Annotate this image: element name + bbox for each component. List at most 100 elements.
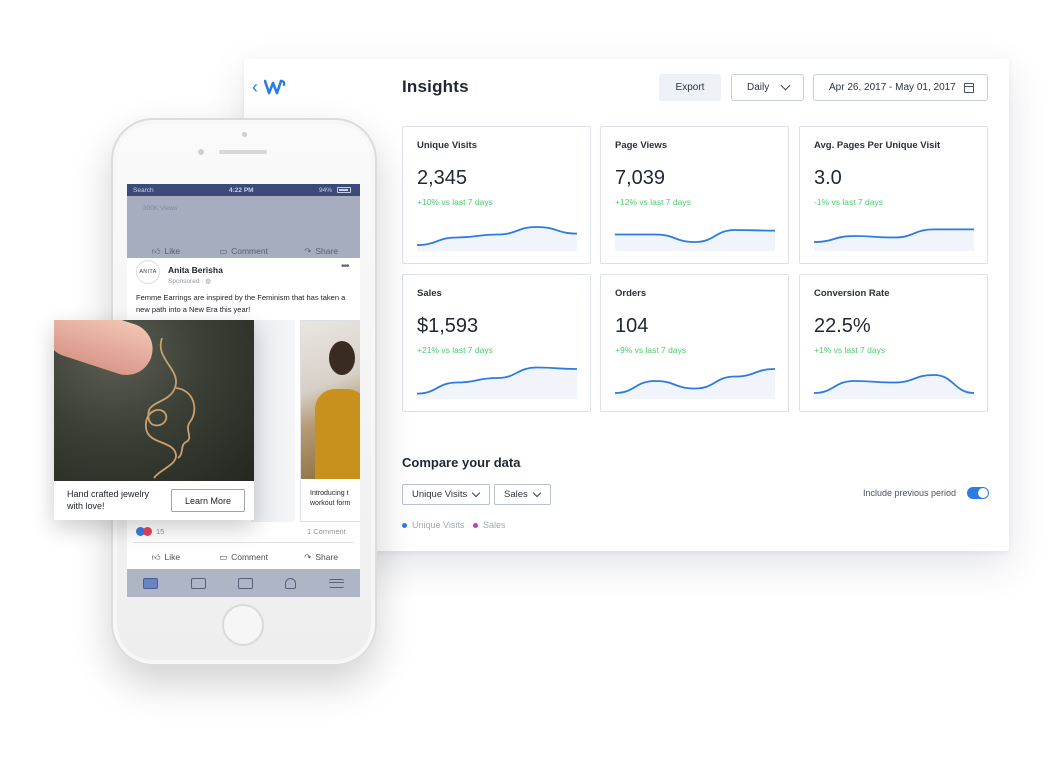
date-range-value: Apr 26, 2017 - May 01, 2017 (829, 82, 956, 93)
earring-photo (54, 320, 254, 481)
post-actions: 👍︎ Like ▭ Comment ↷ Share (127, 548, 360, 566)
legend-dot-icon (473, 522, 478, 528)
share-icon: ↷ (304, 245, 312, 256)
chevron-down-icon (780, 80, 791, 91)
post-text: Femme Earrings are inspired by the Femin… (136, 293, 346, 314)
metric-card-sales[interactable]: Sales $1,593 +21% vs last 7 days (402, 274, 591, 412)
post-author[interactable]: Anita Berisha (168, 265, 223, 275)
compare-metric-2-dropdown[interactable]: Sales (494, 484, 551, 505)
sparkline-chart (417, 366, 577, 399)
metric-value: 7,039 (615, 167, 666, 189)
carousel-caption-line: Introducing t (310, 490, 349, 497)
include-previous-period-toggle[interactable] (967, 487, 989, 499)
metric-delta: +10% vs last 7 days (417, 197, 493, 207)
compare-metric-1-dropdown[interactable]: Unique Visits (402, 484, 490, 505)
home-button[interactable] (222, 604, 264, 646)
metric-title: Orders (615, 288, 647, 299)
comment-button[interactable]: ▭ Comment (205, 242, 283, 260)
back-chevron-icon[interactable]: ‹ (252, 78, 258, 96)
notifications-icon[interactable] (285, 577, 297, 589)
battery-icon (337, 187, 351, 193)
like-button[interactable]: 👍︎ Like (127, 548, 205, 566)
comment-icon: ▭ (219, 551, 228, 562)
carousel-photo (301, 321, 360, 479)
share-label: Share (315, 246, 339, 256)
metric-title: Avg. Pages Per Unique Visit (814, 140, 941, 151)
metric-delta: +1% vs last 7 days (814, 345, 886, 355)
views-count: 300K Views (143, 205, 178, 212)
metric-delta: +9% vs last 7 days (615, 345, 687, 355)
status-time: 4:22 PM (229, 186, 254, 194)
sparkline-chart (417, 226, 577, 251)
metric-delta: -1% vs last 7 days (814, 197, 883, 207)
globe-icon: ◍ (205, 278, 211, 285)
sparkline-area (814, 375, 974, 399)
export-button[interactable]: Export (659, 74, 721, 101)
menu-icon[interactable] (328, 578, 344, 588)
metric-value: 22.5% (814, 315, 871, 337)
metric-value: 104 (615, 315, 649, 337)
sparkline-area (814, 229, 974, 251)
metric-card-orders[interactable]: Orders 104 +9% vs last 7 days (600, 274, 789, 412)
interval-select-value: Daily (747, 82, 770, 93)
tab-bar (127, 569, 360, 597)
metric-title: Sales (417, 288, 442, 299)
status-carrier: Search (133, 186, 154, 194)
carousel-card[interactable]: Introducing t workout form (300, 320, 360, 522)
metric-delta: +12% vs last 7 days (615, 197, 691, 207)
calendar-icon (964, 83, 974, 93)
sponsored-label: Sponsored · ◍ (168, 277, 211, 285)
photo-subject-body (315, 389, 360, 479)
metric-delta: +21% vs last 7 days (417, 345, 493, 355)
like-button[interactable]: 👍︎ Like (127, 242, 205, 260)
post-actions: 👍︎ Like ▭ Comment ↷ Share (127, 242, 360, 260)
marketplace-icon[interactable] (237, 577, 253, 589)
carousel-caption: Introducing t workout form (310, 489, 360, 509)
metric-card-page-views[interactable]: Page Views 7,039 +12% vs last 7 days (600, 126, 789, 264)
legend-item-sales: Sales (473, 520, 506, 530)
share-icon: ↷ (304, 551, 312, 562)
legend-label: Sales (483, 520, 506, 530)
avatar[interactable]: ANITA (136, 260, 160, 284)
legend-label: Unique Visits (412, 520, 465, 530)
metric-card-avg-pages[interactable]: Avg. Pages Per Unique Visit 3.0 -1% vs l… (799, 126, 988, 264)
video-icon[interactable] (190, 577, 206, 589)
earpiece-speaker (219, 150, 267, 154)
comment-count[interactable]: 1 Comment (307, 527, 346, 536)
interval-select[interactable]: Daily (731, 74, 804, 101)
like-label: Like (164, 552, 181, 562)
metric-value: 2,345 (417, 167, 468, 189)
comment-button[interactable]: ▭ Comment (205, 548, 283, 566)
metric-title: Conversion Rate (814, 288, 890, 299)
compare-title: Compare your data (402, 455, 521, 470)
sparkline-chart (814, 228, 974, 251)
sparkline-chart (615, 229, 775, 251)
status-battery-percent: 94% (319, 186, 333, 194)
reaction-count: 15 (156, 527, 165, 536)
divider (133, 542, 354, 543)
thumbs-up-icon: 👍︎ (151, 551, 161, 562)
carousel-card-background (251, 320, 295, 522)
metric-card-unique-visits[interactable]: Unique Visits 2,345 +10% vs last 7 days (402, 126, 591, 264)
metric-title: Unique Visits (417, 140, 478, 151)
dropdown-value: Unique Visits (412, 489, 468, 500)
share-button[interactable]: ↷ Share (282, 242, 360, 260)
toggle-knob (978, 488, 988, 498)
news-feed-icon[interactable] (143, 577, 159, 589)
reactions-summary[interactable]: 15 (136, 527, 164, 536)
include-previous-period-label: Include previous period (863, 488, 957, 498)
learn-more-button[interactable]: Learn More (171, 489, 245, 512)
chevron-down-icon (471, 488, 481, 498)
sparkline-chart (814, 374, 974, 399)
chevron-down-icon (532, 488, 542, 498)
share-button[interactable]: ↷ Share (282, 548, 360, 566)
previous-post: 300K Views 👍︎ Like ▭ Comment ↷ Share (127, 196, 360, 258)
love-reaction-icon (143, 527, 152, 536)
carousel-caption-line: workout form (310, 500, 351, 507)
date-range-picker[interactable]: Apr 26, 2017 - May 01, 2017 (813, 74, 988, 101)
share-label: Share (315, 552, 339, 562)
metric-card-conversion-rate[interactable]: Conversion Rate 22.5% +1% vs last 7 days (799, 274, 988, 412)
ad-card[interactable]: Hand crafted jewelry with love! Learn Mo… (54, 320, 254, 520)
more-options-icon[interactable]: ••• (341, 261, 349, 272)
metric-value: 3.0 (814, 167, 842, 189)
